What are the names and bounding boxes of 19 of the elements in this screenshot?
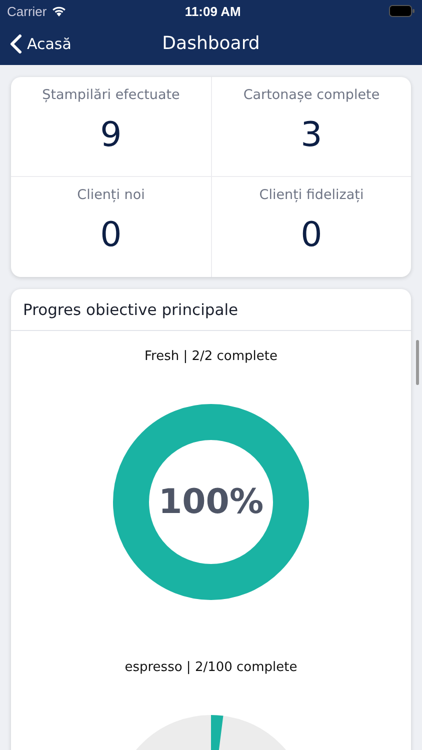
stat-label: Cartonașe complete	[243, 87, 380, 103]
battery-icon	[389, 5, 415, 17]
stat-value: 3	[300, 115, 322, 155]
stat-label: Clienți fidelizați	[259, 187, 364, 203]
stat-value: 9	[100, 115, 122, 155]
stat-label: Ștampilări efectuate	[42, 87, 180, 103]
stat-value: 0	[300, 215, 322, 255]
stat-label: Clienți noi	[77, 187, 145, 203]
goal-label: Fresh | 2/2 complete	[144, 349, 278, 364]
goal-label: espresso | 2/100 complete	[124, 660, 298, 675]
status-time: 11:09 AM	[184, 4, 242, 18]
wifi-icon	[50, 5, 67, 17]
stat-value: 0	[100, 215, 122, 255]
chevron-left-icon	[10, 34, 22, 54]
back-button[interactable]: Acasă	[0, 34, 72, 54]
percent-value: 100%	[158, 482, 264, 522]
screen-title: Dashboard	[162, 33, 260, 54]
card-title: Progres obiective principale	[23, 301, 238, 319]
carrier-name: Carrier	[7, 4, 47, 18]
